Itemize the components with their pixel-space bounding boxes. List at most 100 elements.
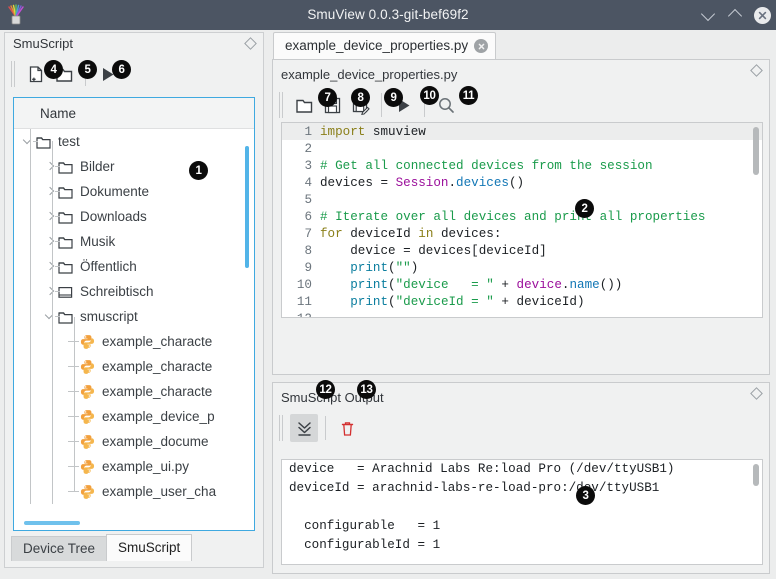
editor-tab[interactable]: example_device_properties.py	[273, 32, 497, 60]
code-line: 3 # Get all connected devices from the se…	[282, 157, 762, 174]
editor-tab-bar: example_device_properties.py	[273, 32, 497, 60]
tree-row[interactable]: Dokumente	[14, 179, 254, 204]
code-text: print("")	[350, 260, 419, 275]
code-lines: 1 import smuview 2 3 # Get all connected dev…	[282, 123, 762, 318]
tree-leaf-connector	[66, 429, 80, 454]
smuscript-panel: SmuScript Name test Bilder Dokumente Dow…	[4, 32, 264, 568]
float-diamond-icon[interactable]	[244, 37, 257, 50]
badge-13: 13	[357, 380, 376, 399]
tree-row[interactable]: example_characte	[14, 329, 254, 354]
tree-row-label: example_ui.py	[102, 459, 190, 474]
folder-icon	[36, 129, 53, 154]
editor-vertical-scrollbar[interactable]	[753, 127, 759, 175]
line-number: 8	[304, 243, 312, 258]
dock-tab-smuscript[interactable]: SmuScript	[106, 534, 193, 561]
tree-row[interactable]: Bilder	[14, 154, 254, 179]
tree-guide-line	[74, 317, 75, 492]
code-text: # Iterate over all devices and print all…	[320, 209, 706, 224]
tree-row[interactable]: Öffentlich	[14, 254, 254, 279]
file-tree[interactable]: Name test Bilder Dokumente Downloads Musik Öf…	[13, 97, 255, 531]
float-diamond-icon[interactable]	[750, 64, 763, 77]
toolbar-drag-handle[interactable]	[10, 61, 17, 87]
tree-expander-closed[interactable]	[44, 204, 60, 229]
open-file-button[interactable]	[290, 91, 318, 119]
code-editor[interactable]: 1 import smuview 2 3 # Get all connected dev…	[281, 122, 763, 318]
output-console[interactable]: device = Arachnid Labs Re:load Pro (/dev…	[281, 459, 763, 565]
tree-row[interactable]: test	[14, 129, 254, 154]
tree-row[interactable]: example_characte	[14, 354, 254, 379]
tree-guide-line	[52, 141, 53, 504]
close-icon	[754, 7, 771, 24]
tree-row-label: Musik	[80, 234, 116, 249]
close-button[interactable]	[754, 7, 771, 24]
smuview-rainbow-icon	[5, 4, 27, 26]
tree-row-label: Dokumente	[80, 184, 150, 199]
tree-row[interactable]: example_device_p	[14, 404, 254, 429]
tree-row[interactable]: example_user_cha	[14, 479, 254, 504]
code-text: # Get all connected devices from the ses…	[320, 158, 653, 173]
editor-tab-label: example_device_properties.py	[285, 38, 469, 53]
tree-row-label: Bilder	[80, 159, 115, 174]
output-lines: device = Arachnid Labs Re:load Pro (/dev…	[282, 460, 762, 564]
close-icon[interactable]	[474, 39, 489, 53]
tree-expander-closed[interactable]	[44, 254, 60, 279]
tree-row-label: example_user_cha	[102, 484, 217, 499]
line-number: 4	[304, 175, 312, 190]
toolbar-drag-handle[interactable]	[278, 415, 285, 441]
output-panel-title: SmuScript Output	[281, 390, 384, 405]
minimize-button[interactable]	[700, 6, 716, 23]
window-controls	[700, 0, 771, 30]
maximize-button[interactable]	[727, 7, 743, 24]
output-toolbar	[273, 409, 769, 447]
tree-row[interactable]: example_ui.py	[14, 454, 254, 479]
code-line: 2	[282, 140, 762, 157]
badge-12: 12	[316, 380, 335, 399]
toolbar-drag-handle[interactable]	[278, 92, 285, 118]
tree-expander-closed[interactable]	[44, 279, 60, 304]
code-line: 5	[282, 191, 762, 208]
tree-vertical-scrollbar[interactable]	[245, 146, 249, 268]
float-diamond-icon[interactable]	[750, 387, 763, 400]
output-line: device = Arachnid Labs Re:load Pro (/dev…	[289, 462, 675, 476]
tree-row[interactable]: Schreibtisch	[14, 279, 254, 304]
tree-expander-open[interactable]	[22, 129, 38, 154]
line-number: 2	[304, 141, 312, 156]
tree-row[interactable]: Downloads	[14, 204, 254, 229]
tree-row-label: example_characte	[102, 334, 213, 349]
clear-output-button[interactable]	[333, 414, 361, 442]
tree-row-label: Öffentlich	[80, 259, 137, 274]
tree-expander-open[interactable]	[44, 304, 60, 329]
tree-expander-closed[interactable]	[44, 179, 60, 204]
badge-3: 3	[576, 486, 595, 505]
output-vertical-scrollbar[interactable]	[753, 464, 759, 486]
smuscript-panel-title: SmuScript	[13, 36, 73, 51]
toolbar-separator	[325, 416, 326, 440]
folder-icon	[58, 229, 75, 254]
code-line: 4 devices = Session.devices()	[282, 174, 762, 191]
tree-leaf-connector	[66, 379, 80, 404]
application-window: SmuView 0.0.3-git-bef69f2 SmuScript Name…	[0, 0, 776, 579]
tree-row[interactable]: smuscript	[14, 304, 254, 329]
python-file-icon	[80, 329, 97, 354]
folder-icon	[58, 254, 75, 279]
toolbar-separator	[381, 93, 382, 117]
tree-row[interactable]: example_docume	[14, 429, 254, 454]
scroll-to-bottom-toggle[interactable]	[290, 414, 318, 442]
output-line: configurableId = 1	[289, 538, 441, 552]
python-file-icon	[80, 429, 97, 454]
tree-guide-line	[30, 129, 31, 504]
editor-toolbar	[273, 86, 769, 124]
code-text: import smuview	[320, 124, 426, 139]
code-line: 12	[282, 310, 762, 318]
tree-row[interactable]: Musik	[14, 229, 254, 254]
tree-expander-closed[interactable]	[44, 229, 60, 254]
tree-horizontal-scrollbar[interactable]	[24, 521, 80, 525]
tree-expander-closed[interactable]	[44, 154, 60, 179]
badge-5: 5	[78, 60, 97, 79]
folder-icon	[58, 154, 75, 179]
tree-row-label: smuscript	[80, 309, 138, 324]
tree-row-label: Schreibtisch	[80, 284, 154, 299]
dock-tab-device-tree[interactable]: Device Tree	[11, 536, 108, 561]
tree-row[interactable]: example_characte	[14, 379, 254, 404]
badge-6: 6	[112, 60, 131, 79]
